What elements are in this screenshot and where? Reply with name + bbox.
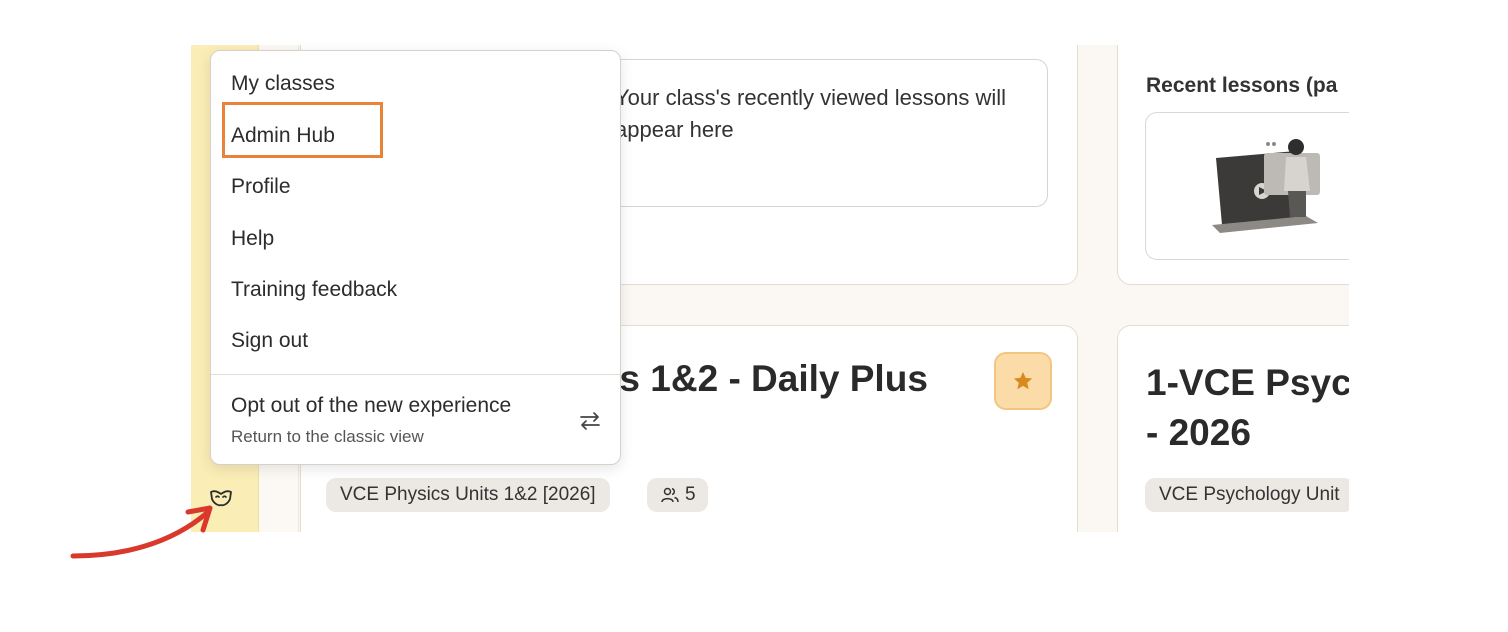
subject-chip: VCE Psychology Unit xyxy=(1145,478,1349,512)
recent-empty-message: Your class's recently viewed lessons wil… xyxy=(615,85,1006,142)
recent-lessons-title: Recent lessons (pa xyxy=(1146,74,1338,97)
menu-item-my-classes[interactable]: My classes xyxy=(231,69,335,99)
recent-empty-state: Your class's recently viewed lessons wil… xyxy=(606,59,1048,207)
class-title[interactable]: 1-VCE Psyc - 2026 xyxy=(1146,358,1349,458)
menu-item-admin-hub[interactable]: Admin Hub xyxy=(231,121,335,151)
star-icon xyxy=(1013,371,1033,390)
opt-out-subtitle: Return to the classic view xyxy=(231,427,424,446)
menu-divider xyxy=(211,374,620,375)
users-icon xyxy=(661,487,679,503)
laptop-illustration-icon xyxy=(1212,139,1320,233)
recent-lessons-panel: Recent lessons (pa xyxy=(1117,45,1349,285)
swap-arrows-icon[interactable] xyxy=(577,408,603,434)
lesson-thumbnail[interactable] xyxy=(1145,112,1349,260)
menu-item-sign-out[interactable]: Sign out xyxy=(231,326,308,356)
class-card[interactable]: 1-VCE Psyc - 2026 VCE Psychology Unit xyxy=(1117,325,1349,532)
annotation-arrow-icon xyxy=(70,505,213,559)
menu-item-training-feedback[interactable]: Training feedback xyxy=(231,275,397,305)
subject-chip: VCE Physics Units 1&2 [2026] xyxy=(326,478,610,512)
opt-out-title[interactable]: Opt out of the new experience xyxy=(231,394,511,418)
menu-item-help[interactable]: Help xyxy=(231,224,274,254)
user-dropdown-menu: My classes Admin Hub Profile Help Traini… xyxy=(210,50,621,465)
screenshot-stage: Your class's recently viewed lessons wil… xyxy=(0,0,1508,632)
student-count-chip: 5 xyxy=(647,478,708,512)
student-count: 5 xyxy=(685,484,696,505)
menu-item-profile[interactable]: Profile xyxy=(231,172,291,202)
favourite-button[interactable] xyxy=(994,352,1052,410)
